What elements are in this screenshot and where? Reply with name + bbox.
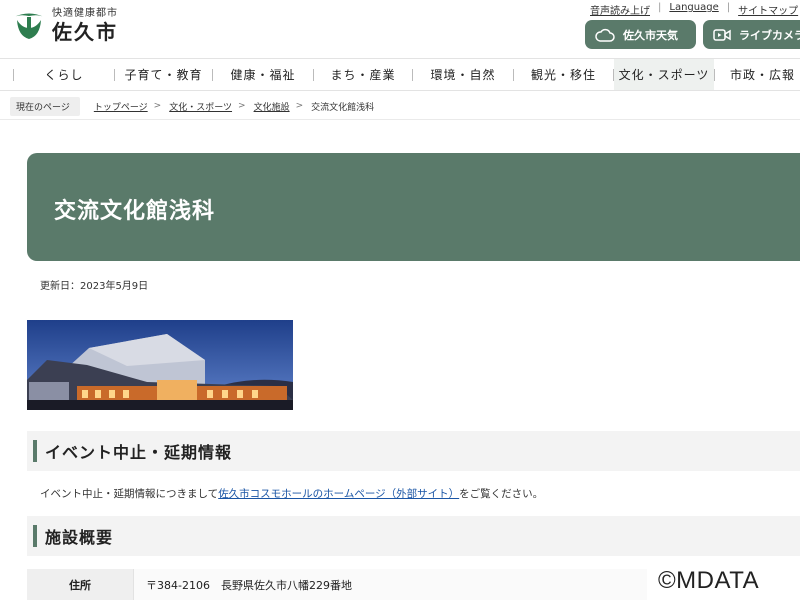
address-value: 〒384-2106 長野県佐久市八幡229番地 [133, 569, 647, 600]
nav-item-city-hall[interactable]: 市政・広報 [715, 59, 800, 90]
cosmo-hall-link[interactable]: 佐久市コスモホールのホームページ（外部サイト） [218, 488, 459, 500]
divider: | [658, 2, 662, 13]
heading-accent-bar [33, 440, 37, 462]
copyright-watermark: ©MDATA [658, 567, 760, 594]
nav-item-tourism[interactable]: 観光・移住 [514, 59, 613, 90]
nav-item-environment[interactable]: 環境・自然 [413, 59, 513, 90]
facility-heading-text: 施設概要 [45, 528, 114, 547]
nav-item-culture[interactable]: 文化・スポーツ [614, 59, 714, 90]
event-section-heading: イベント中止・延期情報 [27, 431, 800, 471]
event-notice: イベント中止・延期情報につきまして佐久市コスモホールのホームページ（外部サイト）… [40, 486, 543, 501]
cloud-icon [595, 28, 615, 42]
title-banner: 交流文化館浅科 [27, 153, 800, 261]
event-text-after: をご覧ください。 [459, 488, 544, 500]
facility-photo [27, 320, 293, 410]
logo-city-name: 佐久市 [52, 19, 118, 44]
language-link[interactable]: Language [669, 2, 718, 17]
divider: | [726, 2, 731, 13]
nav-item-town[interactable]: まち・産業 [314, 59, 412, 90]
site-logo[interactable]: 快適健康都市 佐久市 [12, 8, 118, 42]
nav-item-childcare[interactable]: 子育て・教育 [115, 59, 212, 90]
nav-item-health[interactable]: 健康・福祉 [213, 59, 313, 90]
chevron-right-icon: > [153, 101, 162, 111]
chevron-right-icon: > [238, 101, 246, 111]
breadcrumb-current-label: 現在のページ [10, 96, 80, 116]
breadcrumb: 現在のページ トップページ > 文化・スポーツ > 文化施設 > 交流文化館浅科 [10, 96, 374, 116]
divider [0, 119, 800, 120]
breadcrumb-culture[interactable]: 文化・スポーツ [169, 100, 232, 113]
sitemap-link[interactable]: サイトマップ [738, 2, 798, 17]
global-nav: くらし 子育て・教育 健康・福祉 まち・産業 環境・自然 観光・移住 文化・スポ… [0, 58, 800, 91]
video-camera-icon [713, 28, 731, 41]
breadcrumb-current-page: 交流文化館浅科 [311, 102, 375, 113]
event-heading-text: イベント中止・延期情報 [45, 443, 233, 462]
live-camera-button[interactable]: ライブカメラ [703, 20, 800, 49]
page-title: 交流文化館浅科 [54, 199, 216, 224]
breadcrumb-top[interactable]: トップページ [94, 100, 148, 113]
address-label: 住所 [27, 569, 133, 600]
breadcrumb-facilities[interactable]: 文化施設 [254, 100, 290, 113]
site-header: 快適健康都市 佐久市 音声読み上げ | Language | サイトマップ 佐久… [0, 0, 800, 58]
table-row: 住所 〒384-2106 長野県佐久市八幡229番地 [27, 569, 647, 600]
read-aloud-link[interactable]: 音声読み上げ [590, 2, 650, 17]
logo-tagline: 快適健康都市 [52, 7, 118, 19]
heading-accent-bar [33, 525, 37, 547]
nav-item-kurashi[interactable]: くらし [14, 59, 114, 90]
city-emblem-icon [14, 13, 44, 39]
utility-links: 音声読み上げ | Language | サイトマップ [590, 2, 798, 17]
weather-label: 佐久市天気 [623, 28, 678, 42]
facility-section-heading: 施設概要 [27, 516, 800, 556]
live-camera-label: ライブカメラ [739, 28, 800, 42]
updated-date: 更新日：2023年5月9日 [40, 281, 149, 292]
event-text-before: イベント中止・延期情報につきまして [40, 488, 219, 500]
chevron-right-icon: > [295, 101, 304, 111]
weather-button[interactable]: 佐久市天気 [585, 20, 696, 49]
